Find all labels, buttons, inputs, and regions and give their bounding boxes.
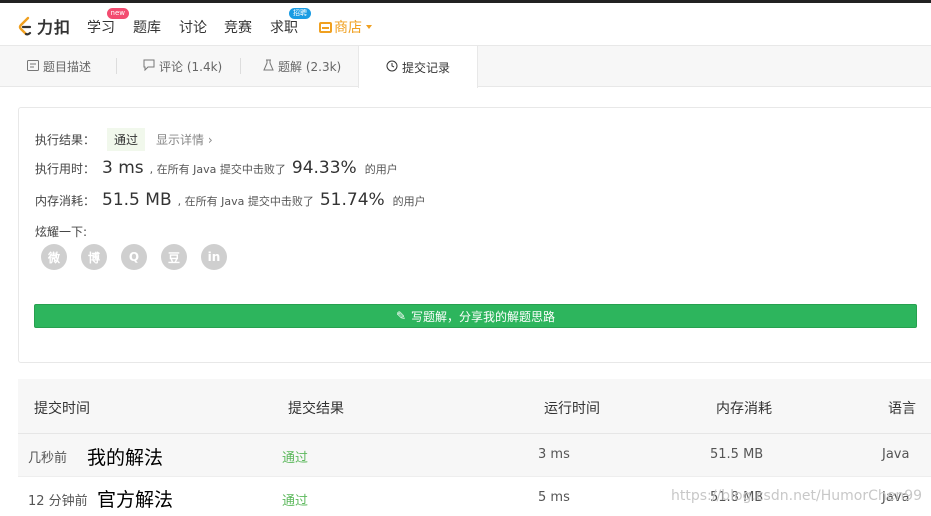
header-language: 语言 <box>888 401 916 417</box>
users-text: 的用户 <box>392 195 426 208</box>
nav-item-label: 题库 <box>133 20 161 36</box>
write-solution-label: 写题解，分享我的解题思路 <box>411 309 556 324</box>
submit-time: 几秒前 <box>28 451 68 466</box>
nav-item-contest[interactable]: 竞赛 <box>224 17 252 37</box>
show-details-link[interactable]: 显示详情 › <box>156 131 213 148</box>
share-label: 炫耀一下: <box>35 225 88 239</box>
nav-item-label: 学习 <box>87 20 115 36</box>
memory-row: 内存消耗： 51.5 MB , 在所有 Java 提交中击败了 51.74% 的… <box>35 190 426 210</box>
douban-icon[interactable]: 豆 <box>161 244 187 270</box>
linkedin-icon[interactable]: in <box>201 244 227 270</box>
nav-item-label: 商店 <box>334 20 362 36</box>
status-label: 执行结果： <box>35 133 96 147</box>
weibo-icon[interactable]: 博 <box>81 244 107 270</box>
clock-icon <box>386 60 398 75</box>
nav-item-label: 讨论 <box>179 20 207 36</box>
header-runtime: 运行时间 <box>544 401 600 417</box>
runtime-cell: 5 ms <box>538 490 570 505</box>
header-result: 提交结果 <box>288 401 344 417</box>
header-submit-time: 提交时间 <box>34 401 90 417</box>
nav-item-jobs[interactable]: 求职 招聘 <box>270 8 311 37</box>
submission-result-card: 执行结果： 通过 显示详情 › 执行用时： 3 ms , 在所有 Java 提交… <box>18 107 931 363</box>
submit-time: 12 分钟前 <box>28 494 88 509</box>
watermark: https://blog.csdn.net/HumorChen99 <box>671 488 923 504</box>
memory-beat-text: , 在所有 Java 提交中击败了 <box>177 195 314 208</box>
tab-divider <box>116 58 117 74</box>
top-nav: 力扣 学习 new 题库 讨论 竞赛 求职 招聘 商店 <box>0 0 931 46</box>
nav-item-store[interactable]: 商店 <box>319 17 372 37</box>
tab-divider <box>240 58 241 74</box>
language-cell: Java <box>882 447 910 462</box>
table-header: 提交时间 提交结果 运行时间 内存消耗 语言 <box>18 379 931 434</box>
result-status-row: 执行结果： 通过 显示详情 › <box>35 128 213 151</box>
tab-label: 评论 (1.4k) <box>159 60 223 74</box>
qq-icon[interactable]: Q <box>121 244 147 270</box>
flask-icon <box>263 59 274 74</box>
page: 力扣 学习 new 题库 讨论 竞赛 求职 招聘 商店 题目描述 评论 (1.4… <box>0 0 931 516</box>
store-icon <box>319 21 332 33</box>
runtime-label: 执行用时： <box>35 162 96 176</box>
memory-cell: 51.5 MB <box>710 447 764 462</box>
runtime-cell: 3 ms <box>538 447 570 462</box>
leetcode-logo-icon <box>18 16 32 36</box>
wechat-icon[interactable]: 微 <box>41 244 67 270</box>
problem-tabs: 题目描述 评论 (1.4k) 题解 (2.3k) 提交记录 <box>0 46 931 88</box>
nav-item-label: 竞赛 <box>224 20 252 36</box>
logo[interactable]: 力扣 <box>17 15 71 37</box>
tab-label: 题解 (2.3k) <box>278 60 342 74</box>
tab-label: 提交记录 <box>401 60 450 75</box>
nav-item-discuss[interactable]: 讨论 <box>179 17 207 37</box>
logo-text: 力扣 <box>37 18 72 37</box>
runtime-percentile: 94.33% <box>291 158 357 178</box>
table-row[interactable]: 几秒前 我的解法 通过 3 ms 51.5 MB Java <box>18 434 931 477</box>
tab-label: 题目描述 <box>43 60 92 74</box>
write-solution-button[interactable]: ✎ 写题解，分享我的解题思路 <box>34 304 917 328</box>
runtime-row: 执行用时： 3 ms , 在所有 Java 提交中击败了 94.33% 的用户 <box>35 158 398 178</box>
tab-description[interactable]: 题目描述 <box>27 46 91 87</box>
nav-item-problems[interactable]: 题库 <box>133 17 161 37</box>
tab-solutions[interactable]: 题解 (2.3k) <box>263 46 341 87</box>
memory-label: 内存消耗： <box>35 194 96 208</box>
new-badge: new <box>106 8 129 19</box>
result-link[interactable]: 通过 <box>282 447 308 466</box>
header-memory: 内存消耗 <box>716 401 772 417</box>
result-link[interactable]: 通过 <box>282 490 308 509</box>
nav-item-learn[interactable]: 学习 new <box>87 8 129 37</box>
runtime-beat-text: , 在所有 Java 提交中击败了 <box>149 163 286 176</box>
nav-item-label: 求职 <box>270 20 298 36</box>
runtime-value: 3 ms <box>102 158 144 178</box>
solution-note: 我的解法 <box>87 447 164 469</box>
chevron-down-icon <box>366 25 372 29</box>
comment-icon <box>143 59 155 74</box>
description-icon <box>27 59 39 74</box>
hiring-badge: 招聘 <box>289 8 311 19</box>
memory-value: 51.5 MB <box>102 190 172 210</box>
pencil-icon: ✎ <box>395 309 407 323</box>
solution-note: 官方解法 <box>97 489 174 511</box>
tab-comments[interactable]: 评论 (1.4k) <box>143 46 222 87</box>
memory-percentile: 51.74% <box>319 190 385 210</box>
status-badge: 通过 <box>107 128 146 151</box>
users-text: 的用户 <box>364 163 398 176</box>
tab-submissions[interactable]: 提交记录 <box>358 46 478 88</box>
